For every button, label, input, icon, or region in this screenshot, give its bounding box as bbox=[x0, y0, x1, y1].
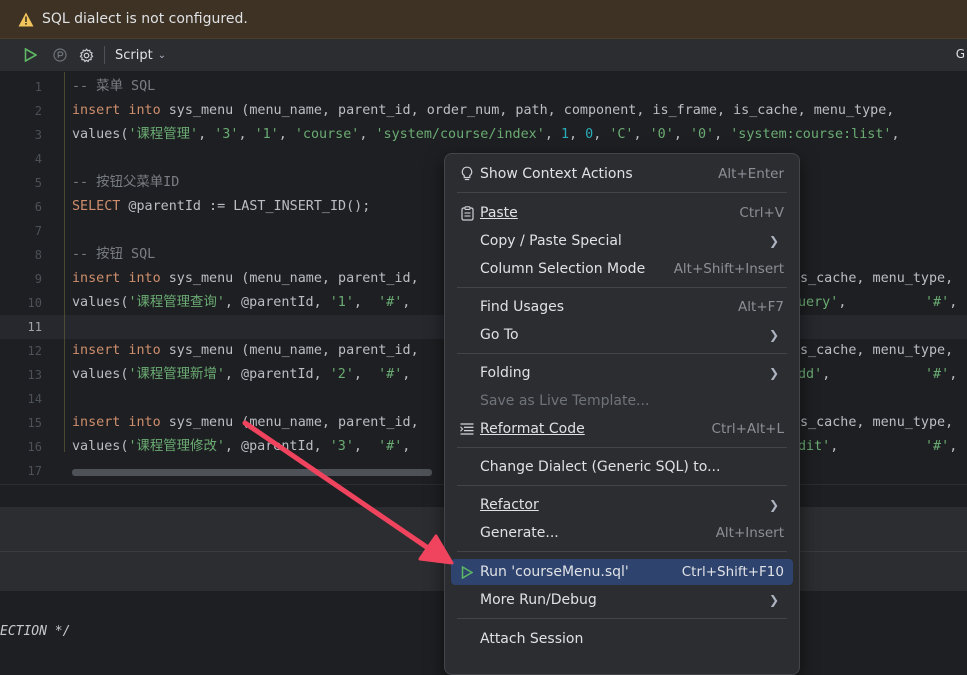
menu-item-reformat-code[interactable]: Reformat Code Ctrl+Alt+L bbox=[451, 416, 793, 442]
code-line-9: insert into sys_menu (menu_name, parent_… bbox=[72, 271, 419, 286]
indent-guide bbox=[64, 72, 65, 452]
menu-item-change-dialect[interactable]: Change Dialect (Generic SQL) to... bbox=[451, 454, 793, 480]
menu-separator bbox=[457, 353, 787, 354]
clipboard-icon bbox=[459, 205, 475, 221]
code-line-15-tail: s_cache, menu_type, bbox=[800, 415, 962, 430]
menu-item-folding[interactable]: Folding ❯ bbox=[451, 360, 793, 386]
warning-icon bbox=[18, 11, 34, 27]
horizontal-scrollbar[interactable] bbox=[72, 469, 432, 476]
menu-separator bbox=[457, 618, 787, 619]
dialect-warning-bar: SQL dialect is not configured. bbox=[0, 0, 967, 39]
code-line-3: values('课程管理', '3', '1', 'course', 'syst… bbox=[72, 127, 900, 142]
chevron-down-icon: ⌄ bbox=[157, 49, 167, 61]
line-number: 8 bbox=[34, 248, 42, 262]
code-line-10-end: '#', bbox=[925, 295, 958, 310]
line-number: 5 bbox=[34, 176, 42, 190]
code-line-2: insert into sys_menu (menu_name, parent_… bbox=[72, 103, 903, 118]
line-number: 3 bbox=[34, 128, 42, 142]
line-number: 4 bbox=[34, 152, 42, 166]
menu-item-paste[interactable]: Paste Ctrl+V bbox=[451, 200, 793, 226]
line-number: 16 bbox=[27, 440, 42, 454]
console-text: ECTION */ bbox=[0, 624, 71, 639]
pause-icon[interactable] bbox=[52, 44, 68, 66]
line-number: 1 bbox=[34, 80, 42, 94]
menu-separator bbox=[457, 192, 787, 193]
code-line-13-tail: dd', bbox=[798, 367, 831, 382]
menu-separator bbox=[457, 485, 787, 486]
script-label: Script bbox=[115, 47, 153, 63]
line-number: 2 bbox=[34, 104, 42, 118]
lightbulb-icon bbox=[459, 166, 475, 182]
line-number: 17 bbox=[27, 464, 42, 478]
menu-item-go-to[interactable]: Go To ❯ bbox=[451, 322, 793, 348]
code-line-12: insert into sys_menu (menu_name, parent_… bbox=[72, 343, 419, 358]
editor-toolbar: Script ⌄ G bbox=[0, 39, 967, 71]
code-line-15: insert into sys_menu (menu_name, parent_… bbox=[72, 415, 419, 430]
menu-item-refactor[interactable]: Refactor ❯ bbox=[451, 492, 793, 518]
chevron-right-icon: ❯ bbox=[768, 366, 779, 380]
code-line-9-tail: s_cache, menu_type, bbox=[800, 271, 962, 286]
line-number: 10 bbox=[27, 296, 42, 310]
menu-item-generate[interactable]: Generate... Alt+Insert bbox=[451, 520, 793, 546]
settings-icon[interactable] bbox=[78, 44, 94, 66]
script-selector[interactable]: Script ⌄ bbox=[115, 48, 166, 63]
menu-item-more-run-debug[interactable]: More Run/Debug ❯ bbox=[451, 587, 793, 613]
code-line-6: SELECT @parentId := LAST_INSERT_ID(); bbox=[72, 199, 371, 214]
menu-separator bbox=[457, 447, 787, 448]
code-line-16-tail: dit', bbox=[798, 439, 839, 454]
line-number: 9 bbox=[34, 272, 42, 286]
line-number: 15 bbox=[27, 416, 42, 430]
line-number: 14 bbox=[27, 392, 42, 406]
play-icon bbox=[459, 564, 475, 580]
code-line-16-end: '#', bbox=[925, 439, 958, 454]
code-line-16: values('课程管理修改', @parentId, '3', '#', bbox=[72, 439, 411, 454]
line-number: 13 bbox=[27, 368, 42, 382]
warning-text: SQL dialect is not configured. bbox=[42, 11, 248, 27]
code-line-1: -- 菜单 SQL bbox=[72, 79, 156, 94]
toolbar-divider bbox=[104, 46, 105, 64]
menu-separator bbox=[457, 287, 787, 288]
line-number-gutter: 1 2 3 4 5 6 7 8 9 10 11 12 13 14 15 16 17 bbox=[0, 72, 60, 484]
code-line-10: values('课程管理查询', @parentId, '1', '#', bbox=[72, 295, 411, 310]
menu-separator bbox=[457, 551, 787, 552]
run-icon[interactable] bbox=[22, 44, 38, 66]
context-menu: Show Context Actions Alt+Enter Paste Ctr… bbox=[444, 153, 800, 675]
line-number: 6 bbox=[34, 200, 42, 214]
menu-item-copy-paste-special[interactable]: Copy / Paste Special ❯ bbox=[451, 228, 793, 254]
code-line-13-end: '#', bbox=[925, 367, 958, 382]
toolbar-right-label: G bbox=[955, 47, 965, 61]
line-number: 11 bbox=[27, 320, 42, 334]
menu-item-save-as-live-template: Save as Live Template... bbox=[480, 393, 650, 409]
code-line-5: -- 按钮父菜单ID bbox=[72, 175, 180, 190]
menu-item-find-usages[interactable]: Find Usages Alt+F7 bbox=[451, 294, 793, 320]
chevron-right-icon: ❯ bbox=[768, 328, 779, 342]
chevron-right-icon: ❯ bbox=[768, 234, 779, 248]
chevron-right-icon: ❯ bbox=[768, 498, 779, 512]
reformat-icon bbox=[459, 421, 475, 437]
chevron-right-icon: ❯ bbox=[768, 593, 779, 607]
line-number: 12 bbox=[27, 344, 42, 358]
menu-item-show-context-actions[interactable]: Show Context Actions Alt+Enter bbox=[451, 161, 793, 187]
code-line-10-tail: uery', bbox=[798, 295, 847, 310]
menu-item-attach-session[interactable]: Attach Session bbox=[451, 626, 793, 652]
menu-item-run-file[interactable]: Run 'courseMenu.sql' Ctrl+Shift+F10 bbox=[451, 559, 793, 585]
line-number: 7 bbox=[34, 224, 42, 238]
code-line-12-tail: s_cache, menu_type, bbox=[800, 343, 962, 358]
code-line-13: values('课程管理新增', @parentId, '2', '#', bbox=[72, 367, 411, 382]
menu-item-column-selection-mode[interactable]: Column Selection Mode Alt+Shift+Insert bbox=[451, 256, 793, 282]
code-line-8: -- 按钮 SQL bbox=[72, 247, 156, 262]
